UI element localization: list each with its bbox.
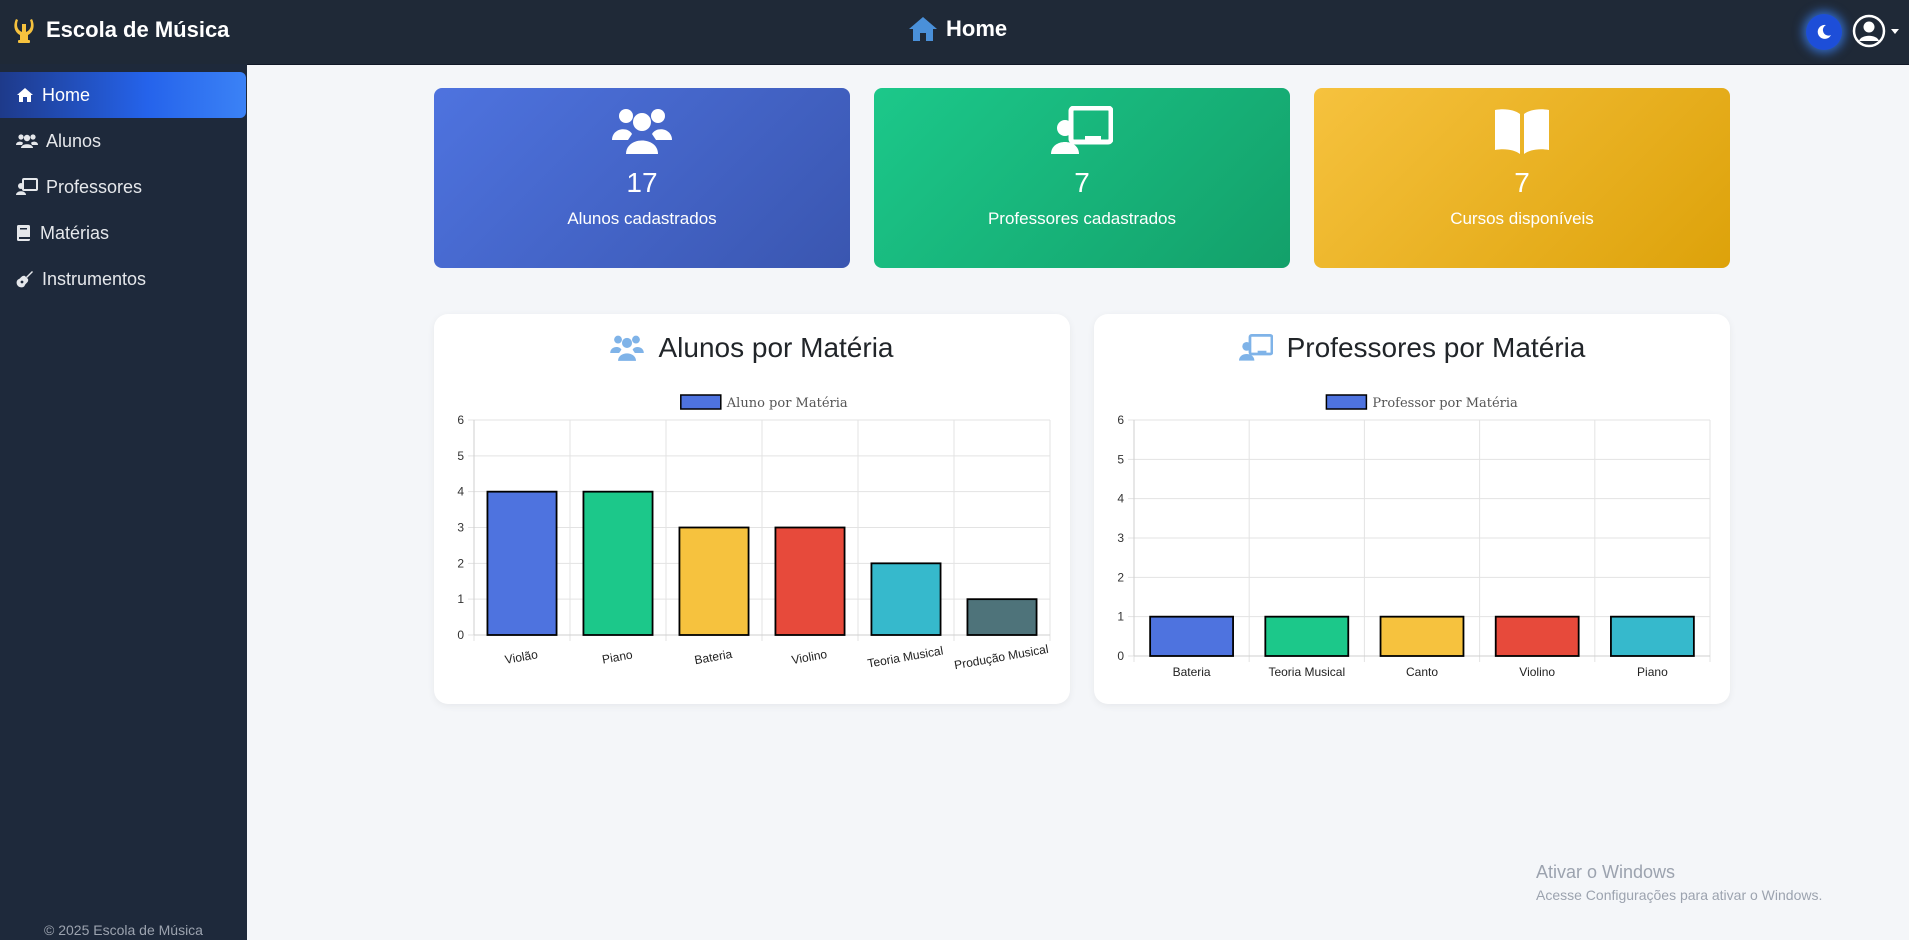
x-tick-label: Produção Musical — [953, 642, 1049, 672]
x-tick-label: Bateria — [1173, 665, 1211, 679]
stat-card-professores: 7 Professores cadastrados — [874, 88, 1290, 268]
users-icon — [16, 134, 38, 148]
y-tick-label: 4 — [457, 485, 464, 499]
y-tick-label: 1 — [1117, 610, 1124, 624]
user-circle-icon — [1852, 14, 1886, 48]
stat-label: Alunos cadastrados — [567, 209, 717, 228]
stat-count: 17 — [626, 167, 658, 198]
bar — [582, 490, 654, 636]
sidebar-item-label: Alunos — [46, 130, 102, 151]
stat-card-alunos: 17 Alunos cadastrados — [434, 88, 850, 268]
y-tick-label: 2 — [457, 556, 464, 570]
y-tick-label: 6 — [1117, 413, 1124, 427]
x-tick-label: Teoria Musical — [1268, 665, 1345, 679]
sidebar-item-instrumentos[interactable]: Instrumentos — [0, 256, 246, 302]
stat-card-cursos: 7 Cursos disponíveis — [1314, 88, 1730, 268]
page-heading: Home — [908, 16, 1007, 42]
sidebar-item-label: Home — [42, 84, 91, 105]
x-tick-label: Violão — [504, 647, 539, 667]
chalkboard-teacher-icon — [1051, 105, 1114, 154]
y-tick-label: 2 — [1117, 570, 1124, 584]
chevron-down-icon — [1891, 28, 1899, 34]
chart-panel-alunos: Alunos por Matéria Aluno por Matéria 0 1 2 3… — [434, 314, 1070, 704]
legend-swatch — [680, 394, 722, 410]
sidebar-item-materias[interactable]: Matérias — [0, 210, 246, 256]
y-tick-label: 4 — [1117, 492, 1124, 506]
windows-activation-title: Ativar o Windows — [1536, 862, 1676, 882]
y-tick-label: 5 — [457, 449, 464, 463]
users-icon — [612, 109, 672, 154]
stat-label: Professores cadastrados — [987, 209, 1177, 228]
bar — [966, 598, 1038, 636]
sidebar-item-alunos[interactable]: Alunos — [0, 118, 246, 164]
home-icon — [17, 88, 33, 102]
book-open-icon — [1495, 109, 1549, 154]
page-title: Home — [946, 16, 1008, 41]
legend-label: Professor por Matéria — [1372, 396, 1518, 411]
x-tick-label: Violino — [790, 647, 828, 667]
y-tick-label: 0 — [1117, 649, 1124, 663]
bar — [1149, 615, 1234, 657]
bar — [774, 526, 846, 636]
sidebar-item-label: Instrumentos — [42, 268, 147, 289]
x-tick-label: Bateria — [693, 647, 733, 667]
book-icon — [17, 225, 30, 241]
chart-legend: Aluno por Matéria — [680, 394, 848, 411]
guitar-icon — [16, 271, 33, 288]
sidebar-item-label: Professores — [46, 176, 143, 197]
stat-label: Cursos disponíveis — [1450, 209, 1594, 228]
top-navbar: Escola de Música Home — [0, 0, 1909, 65]
lyre-icon — [14, 19, 34, 43]
legend-label: Aluno por Matéria — [726, 396, 848, 411]
bar-chart-professores: Professor por Matéria 0 1 2 3 4 5 6 Bateria Teori… — [1117, 394, 1711, 679]
windows-activation-subtitle: Acesse Configurações para ativar o Windo… — [1536, 887, 1823, 903]
bar — [678, 526, 750, 636]
chalkboard-teacher-icon — [16, 178, 38, 195]
bar — [1494, 615, 1580, 657]
bar — [486, 490, 558, 636]
x-tick-label: Piano — [1637, 665, 1668, 679]
x-tick-label: Violino — [1519, 665, 1555, 679]
chart-legend: Professor por Matéria — [1325, 394, 1518, 411]
sidebar-item-home[interactable]: Home — [0, 72, 246, 118]
x-tick-label: Piano — [601, 647, 634, 666]
stat-count: 7 — [1514, 167, 1530, 198]
bar-chart-alunos: Aluno por Matéria 0 1 2 3 4 5 6 Violão Piano Bater… — [457, 394, 1051, 672]
stat-count: 7 — [1074, 167, 1090, 198]
brand-title: Escola de Música — [46, 17, 230, 42]
user-menu-button[interactable] — [1852, 14, 1899, 48]
chart-panel-professores: Professores por Matéria Professor por Ma… — [1094, 314, 1730, 704]
bar — [1379, 615, 1465, 657]
home-icon — [909, 17, 937, 41]
bar — [1264, 615, 1350, 657]
y-tick-label: 6 — [457, 413, 464, 427]
theme-toggle-button[interactable] — [1806, 14, 1842, 50]
x-tick-label: Teoria Musical — [866, 644, 944, 671]
y-tick-label: 0 — [457, 628, 464, 642]
brand[interactable]: Escola de Música — [12, 16, 229, 44]
sidebar: Home Alunos Professores Matérias Instrum… — [0, 64, 247, 940]
bar — [1610, 615, 1695, 657]
y-tick-label: 3 — [457, 521, 464, 535]
sidebar-item-professores[interactable]: Professores — [0, 164, 246, 210]
x-tick-label: Canto — [1406, 665, 1438, 679]
y-tick-label: 1 — [457, 592, 464, 606]
sidebar-footer: © 2025 Escola de Música — [44, 922, 203, 938]
y-tick-label: 5 — [1117, 452, 1124, 466]
legend-swatch — [1325, 394, 1368, 410]
moon-icon — [1817, 24, 1831, 39]
sidebar-item-label: Matérias — [40, 222, 110, 243]
y-tick-label: 3 — [1117, 531, 1124, 545]
bar — [870, 562, 942, 636]
